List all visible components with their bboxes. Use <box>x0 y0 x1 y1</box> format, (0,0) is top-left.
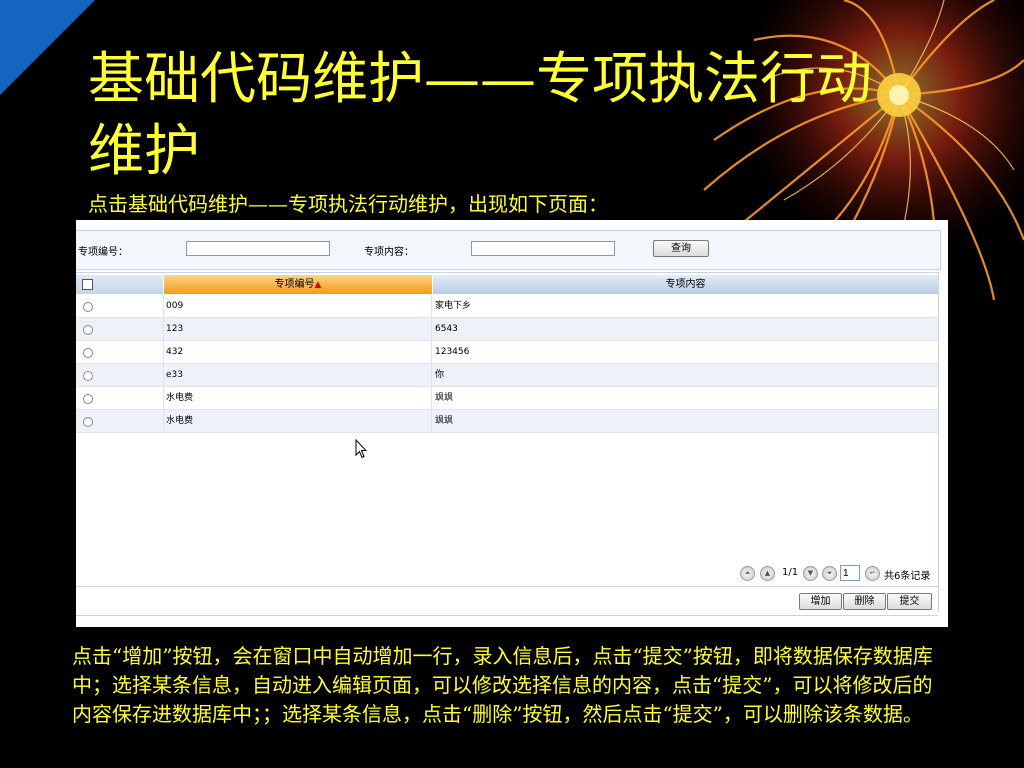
row-radio[interactable] <box>83 302 93 312</box>
cell-code: 432 <box>164 341 432 363</box>
first-page-icon[interactable]: ⏶ <box>740 566 755 581</box>
add-button[interactable]: 增加 <box>799 593 842 610</box>
mouse-cursor-icon <box>355 439 367 459</box>
slide-title: 基础代码维护——专项执法行动维护 <box>88 47 872 184</box>
table-row[interactable]: 水电费 飒飒 <box>76 410 938 433</box>
cell-content: 你 <box>435 370 445 380</box>
cell-content: 飒飒 <box>435 416 454 426</box>
table-row[interactable]: 水电费 飒飒 <box>76 387 938 410</box>
page-number-input[interactable] <box>840 565 860 581</box>
submit-button[interactable]: 提交 <box>887 593 932 610</box>
last-page-icon[interactable]: ⏷ <box>822 566 837 581</box>
app-screenshot: 专项编号： 专项内容： 查询 专项编号▲ 专项内容 009 家电下乡 123 6… <box>76 220 948 627</box>
cell-code: e33 <box>164 364 432 386</box>
cell-content: 123456 <box>435 347 470 357</box>
content-search-input[interactable] <box>471 241 615 256</box>
cell-content: 6543 <box>435 324 458 334</box>
delete-button[interactable]: 删除 <box>843 593 886 610</box>
select-all-checkbox[interactable] <box>82 279 93 290</box>
cell-code: 123 <box>164 318 432 340</box>
slide-description: 点击“增加”按钮，会在窗口中自动增加一行，录入信息后，点击“提交”按钮，即将数据… <box>72 644 933 726</box>
table-row[interactable]: e33 你 <box>76 364 938 387</box>
row-radio[interactable] <box>83 348 93 358</box>
cell-code: 水电费 <box>164 410 432 432</box>
row-radio[interactable] <box>83 394 93 404</box>
header-content-label: 专项内容 <box>665 279 706 290</box>
query-button[interactable]: 查询 <box>653 240 709 257</box>
content-label: 专项内容： <box>364 247 414 258</box>
sort-ascending-icon: ▲ <box>314 280 322 290</box>
table-row[interactable]: 009 家电下乡 <box>76 295 938 318</box>
total-records: 共6条记录 <box>884 571 931 582</box>
pager: ⏶ ▲ 1/1 ▼ ⏷ ↵ 共6条记录 <box>76 560 938 587</box>
page-info: 1/1 <box>782 567 799 578</box>
search-bar: 专项编号： 专项内容： 查询 <box>76 230 941 270</box>
row-radio[interactable] <box>83 371 93 381</box>
table-row[interactable]: 432 123456 <box>76 341 938 364</box>
cell-content: 家电下乡 <box>435 301 472 311</box>
header-select-all <box>76 275 163 294</box>
cell-code: 水电费 <box>164 387 432 409</box>
header-content[interactable]: 专项内容 <box>433 275 938 294</box>
row-radio[interactable] <box>83 417 93 427</box>
header-code[interactable]: 专项编号▲ <box>164 275 432 294</box>
slide-subtitle: 点击基础代码维护——专项执法行动维护，出现如下页面： <box>88 192 608 216</box>
header-code-label: 专项编号 <box>274 279 315 290</box>
cell-code: 009 <box>164 295 432 317</box>
go-page-icon[interactable]: ↵ <box>865 566 880 581</box>
action-bar: 增加 删除 提交 <box>76 587 938 616</box>
code-search-input[interactable] <box>186 241 330 256</box>
next-page-icon[interactable]: ▼ <box>803 566 818 581</box>
row-radio[interactable] <box>83 325 93 335</box>
grid-header: 专项编号▲ 专项内容 <box>76 275 938 294</box>
corner-decoration <box>0 0 95 95</box>
code-label: 专项编号： <box>78 247 128 258</box>
cell-content: 飒飒 <box>435 393 454 403</box>
prev-page-icon[interactable]: ▲ <box>760 566 775 581</box>
table-row[interactable]: 123 6543 <box>76 318 938 341</box>
